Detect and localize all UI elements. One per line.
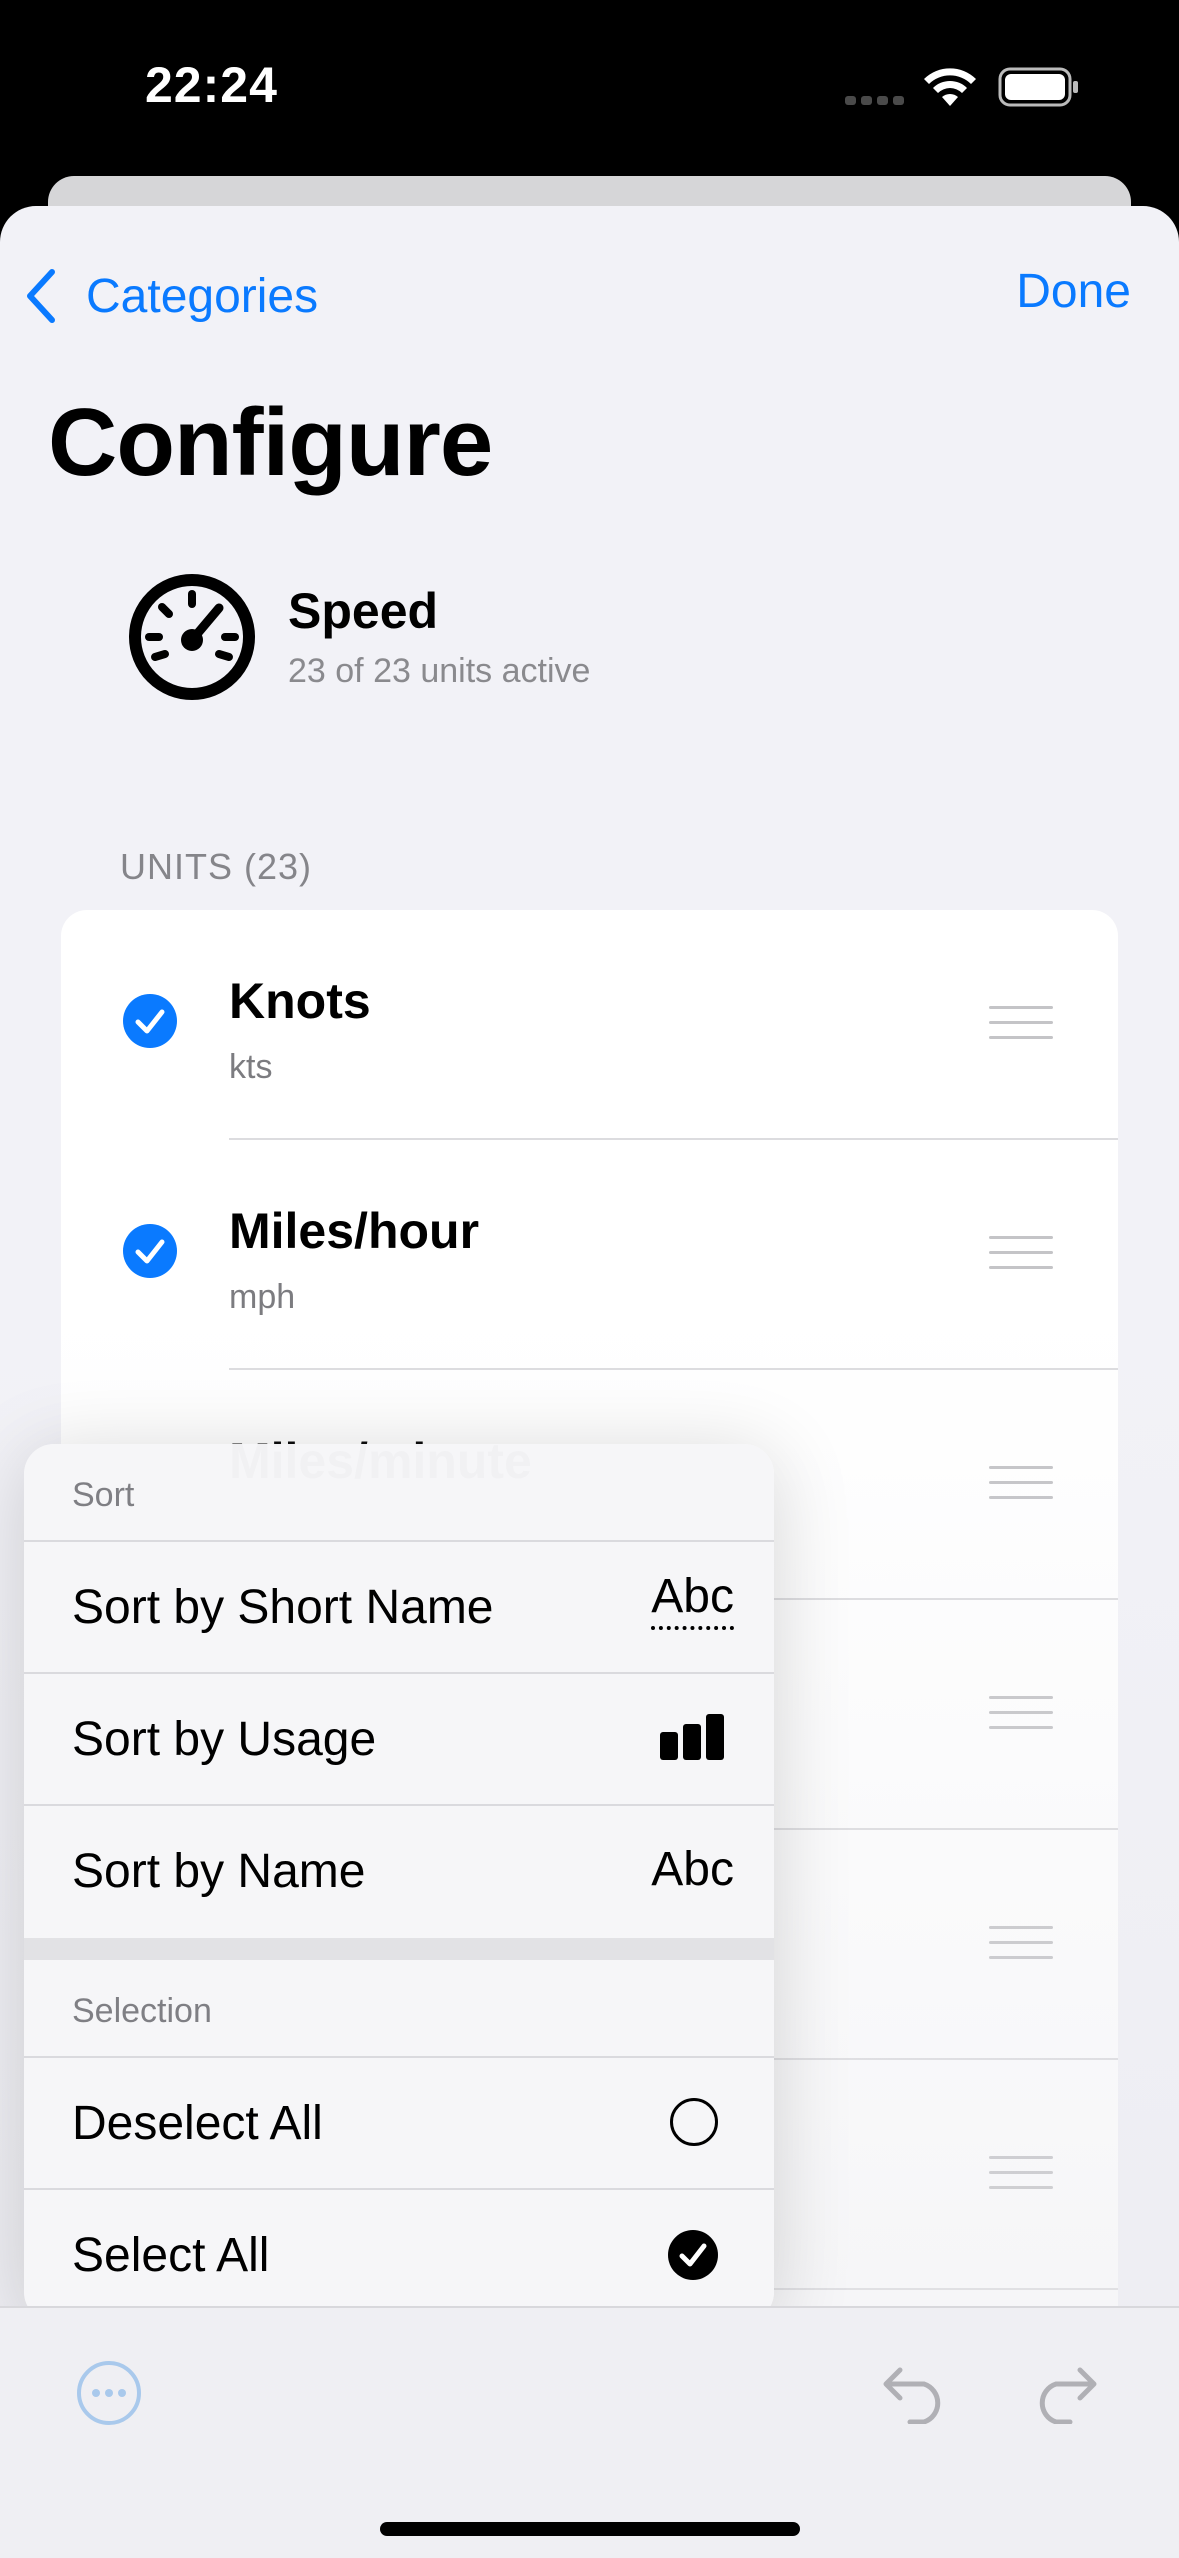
cellular-signal-icon [845, 96, 905, 106]
sort-by-usage-item[interactable]: Sort by Usage [24, 1674, 774, 1804]
menu-item-label: Select All [72, 2229, 270, 2282]
menu-item-label: Sort by Short Name [72, 1581, 494, 1634]
abc-icon: Abc [651, 1843, 734, 1896]
options-menu: Sort Sort by Short Name Abc Sort by Usag… [24, 1444, 774, 2322]
deselect-all-item[interactable]: Deselect All [24, 2058, 774, 2188]
drag-handle-icon[interactable] [989, 1926, 1053, 1960]
abc-dotted-icon: Abc [651, 1570, 734, 1630]
bar-chart-icon [660, 1714, 724, 1760]
drag-handle-icon[interactable] [989, 2156, 1053, 2190]
checkmark-circle-icon [668, 2230, 718, 2280]
menu-item-label: Sort by Usage [72, 1713, 377, 1766]
drag-handle-icon[interactable] [989, 1006, 1053, 1040]
back-button[interactable]: Categories [22, 256, 318, 336]
menu-section-gap [24, 1938, 774, 1960]
back-button-label: Categories [86, 269, 319, 323]
battery-icon [998, 67, 1078, 107]
drag-handle-icon[interactable] [989, 1236, 1053, 1270]
wifi-icon [924, 68, 976, 106]
page-title: Configure [48, 389, 493, 496]
checkmark-circle-icon[interactable] [123, 994, 177, 1048]
unit-row[interactable]: Knots kts [61, 910, 1118, 1140]
unit-short-name: kts [229, 1048, 273, 1086]
undo-icon[interactable] [882, 2362, 950, 2424]
status-bar: 22:24 [0, 0, 1179, 180]
category-subtitle: 23 of 23 units active [288, 652, 591, 690]
home-indicator[interactable] [380, 2522, 800, 2536]
menu-item-label: Deselect All [72, 2097, 323, 2150]
drag-handle-icon[interactable] [989, 1696, 1053, 1730]
sort-by-name-item[interactable]: Sort by Name Abc [24, 1806, 774, 1936]
selection-section-header: Selection [72, 1992, 212, 2030]
unit-row[interactable]: Miles/hour mph [61, 1140, 1118, 1370]
bottom-toolbar [0, 2306, 1179, 2558]
done-button[interactable]: Done [1016, 264, 1131, 319]
more-options-icon[interactable] [76, 2360, 142, 2426]
units-section-header: UNITS (23) [120, 846, 313, 887]
menu-item-label: Sort by Name [72, 1845, 366, 1898]
category-name: Speed [288, 583, 439, 639]
unit-name: Knots [229, 973, 371, 1029]
sort-by-short-name-item[interactable]: Sort by Short Name Abc [24, 1542, 774, 1672]
empty-circle-icon [670, 2098, 718, 2146]
chevron-left-icon [27, 269, 55, 323]
speedometer-icon [129, 574, 255, 700]
select-all-item[interactable]: Select All [24, 2190, 774, 2320]
unit-name: Miles/hour [229, 1203, 480, 1259]
drag-handle-icon[interactable] [989, 1466, 1053, 1500]
status-time: 22:24 [145, 57, 278, 113]
sort-section-header: Sort [72, 1476, 135, 1514]
redo-icon[interactable] [1030, 2362, 1098, 2424]
checkmark-circle-icon[interactable] [123, 1224, 177, 1278]
unit-short-name: mph [229, 1278, 296, 1316]
